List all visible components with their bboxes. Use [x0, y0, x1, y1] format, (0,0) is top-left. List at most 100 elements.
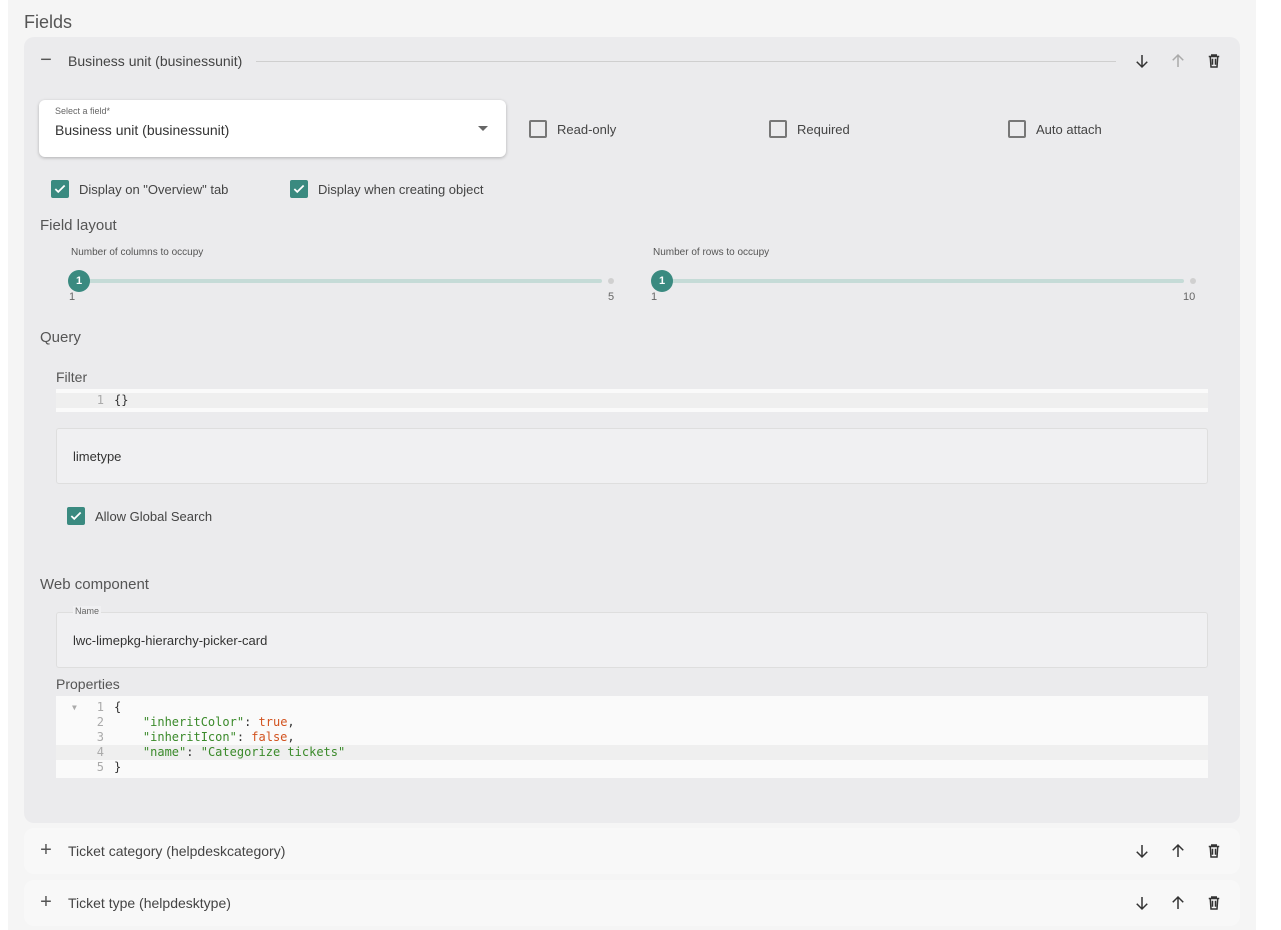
move-down-button[interactable] [1130, 891, 1154, 915]
name-value: lwc-limepkg-hierarchy-picker-card [73, 633, 268, 648]
expand-icon[interactable]: + [38, 892, 54, 912]
move-up-button[interactable] [1166, 839, 1190, 863]
allow-global-search-checkbox[interactable]: Allow Global Search [67, 507, 212, 525]
code-sep: : [244, 715, 259, 729]
filter-code-editor[interactable]: 1 {} [56, 389, 1208, 412]
code-line: 2 "inheritColor": true, [56, 715, 1208, 730]
code-line: 3 "inheritIcon": false, [56, 730, 1208, 745]
line-number: 5 [96, 760, 104, 774]
check-icon [293, 184, 305, 194]
auto-attach-checkbox[interactable]: Auto attach [1008, 120, 1102, 138]
code-key: "name" [142, 745, 187, 759]
code-text: "inheritColor": true, [114, 715, 295, 730]
move-up-button[interactable] [1166, 891, 1190, 915]
required-checkbox[interactable]: Required [769, 120, 850, 138]
field-panel-helpdesktype: + Ticket type (helpdesktype) [24, 880, 1240, 926]
delete-button[interactable] [1202, 891, 1226, 915]
rows-min-label: 1 [651, 291, 658, 303]
check-icon [70, 511, 82, 521]
move-down-button[interactable] [1130, 839, 1154, 863]
code-text: } [114, 760, 122, 774]
properties-code-editor[interactable]: ▼ 1 { 2 "inheritColor": true, 3 "inherit… [56, 696, 1208, 778]
trash-icon [1208, 896, 1220, 910]
display-overview-checkbox[interactable]: Display on "Overview" tab [51, 180, 228, 198]
rows-max-label: 10 [1183, 291, 1196, 303]
line-number: 3 [96, 730, 104, 744]
columns-slider-handle[interactable]: 1 [68, 270, 90, 292]
code-text: "name": "Categorize tickets" [114, 745, 345, 760]
checkbox-label: Allow Global Search [95, 508, 213, 524]
properties-title: Properties [56, 676, 120, 692]
checkbox-box[interactable] [51, 180, 69, 198]
field-layout-title: Field layout [40, 217, 117, 234]
arrow-down-icon [1136, 897, 1148, 911]
limetype-input[interactable]: limetype [56, 428, 1208, 484]
code-end: , [287, 730, 295, 744]
checkbox-box[interactable] [1008, 120, 1026, 138]
expand-icon[interactable]: + [38, 840, 54, 860]
code-end: , [287, 715, 295, 729]
trash-icon [1208, 54, 1220, 68]
code-key: "inheritIcon" [142, 730, 237, 744]
checkbox-box[interactable] [67, 507, 85, 525]
field-panel-header[interactable]: + Ticket type (helpdesktype) [24, 880, 1240, 928]
field-panel-header[interactable]: − Business unit (businessunit) [24, 37, 1240, 85]
section-title: Fields [24, 12, 73, 32]
checkbox-label: Auto attach [1036, 121, 1102, 137]
field-select[interactable]: Select a field* Business unit (businessu… [39, 100, 506, 157]
arrow-up-icon [1172, 53, 1184, 67]
code-string: "Categorize tickets" [200, 745, 346, 759]
field-panel-helpdeskcategory: + Ticket category (helpdeskcategory) [24, 828, 1240, 874]
field-panel-header[interactable]: + Ticket category (helpdeskcategory) [24, 828, 1240, 876]
line-number: 4 [96, 745, 104, 759]
code-value: true [258, 715, 288, 729]
code-line: ▼ 1 { [56, 700, 1208, 715]
checkbox-label: Display when creating object [318, 181, 484, 197]
columns-max-label: 5 [608, 291, 615, 303]
field-panel-title: Ticket category (helpdeskcategory) [68, 843, 286, 859]
arrow-up-icon [1172, 843, 1184, 857]
read-only-checkbox[interactable]: Read-only [529, 120, 616, 138]
move-down-button[interactable] [1130, 49, 1154, 73]
code-line: 1 {} [56, 393, 1208, 408]
move-up-button[interactable] [1166, 49, 1190, 73]
code-line: 5 } [56, 760, 1208, 775]
code-key: "inheritColor" [142, 715, 245, 729]
rows-slider-end [1190, 278, 1196, 284]
select-value: Business unit (businessunit) [55, 122, 230, 138]
query-title: Query [40, 329, 81, 346]
check-icon [54, 184, 66, 194]
rows-slider-track[interactable] [662, 279, 1184, 283]
checkbox-label: Required [797, 121, 850, 137]
checkbox-box[interactable] [769, 120, 787, 138]
trash-icon [1208, 844, 1220, 858]
code-sep: : [236, 730, 252, 744]
rows-slider-handle[interactable]: 1 [651, 270, 673, 292]
name-label: Name [73, 606, 102, 616]
field-panel-title: Business unit (businessunit) [68, 53, 243, 69]
delete-button[interactable] [1202, 839, 1226, 863]
header-divider [256, 61, 1116, 62]
columns-slider-end [608, 278, 614, 284]
columns-slider-track[interactable] [80, 279, 602, 283]
code-text: "inheritIcon": false, [114, 730, 295, 745]
web-component-name-input[interactable]: Name lwc-limepkg-hierarchy-picker-card [56, 606, 1208, 668]
filter-title: Filter [56, 369, 88, 385]
line-number: 1 [96, 700, 104, 714]
arrow-up-icon [1172, 895, 1184, 909]
code-line: 4 "name": "Categorize tickets" [56, 745, 1208, 760]
line-number: 2 [96, 715, 104, 729]
checkbox-box[interactable] [529, 120, 547, 138]
select-label: Select a field* [55, 106, 111, 116]
limetype-value: limetype [73, 449, 122, 464]
columns-slider-label: Number of columns to occupy [71, 247, 204, 258]
collapse-icon[interactable]: − [38, 50, 54, 70]
code-text: { [114, 700, 122, 714]
chevron-down-icon[interactable] [478, 126, 488, 131]
code-value: false [251, 730, 288, 744]
delete-button[interactable] [1202, 49, 1226, 73]
checkbox-box[interactable] [290, 180, 308, 198]
field-panel-businessunit: − Business unit (businessunit) Select a … [24, 37, 1240, 823]
display-create-checkbox[interactable]: Display when creating object [290, 180, 483, 198]
arrow-down-icon [1136, 845, 1148, 859]
